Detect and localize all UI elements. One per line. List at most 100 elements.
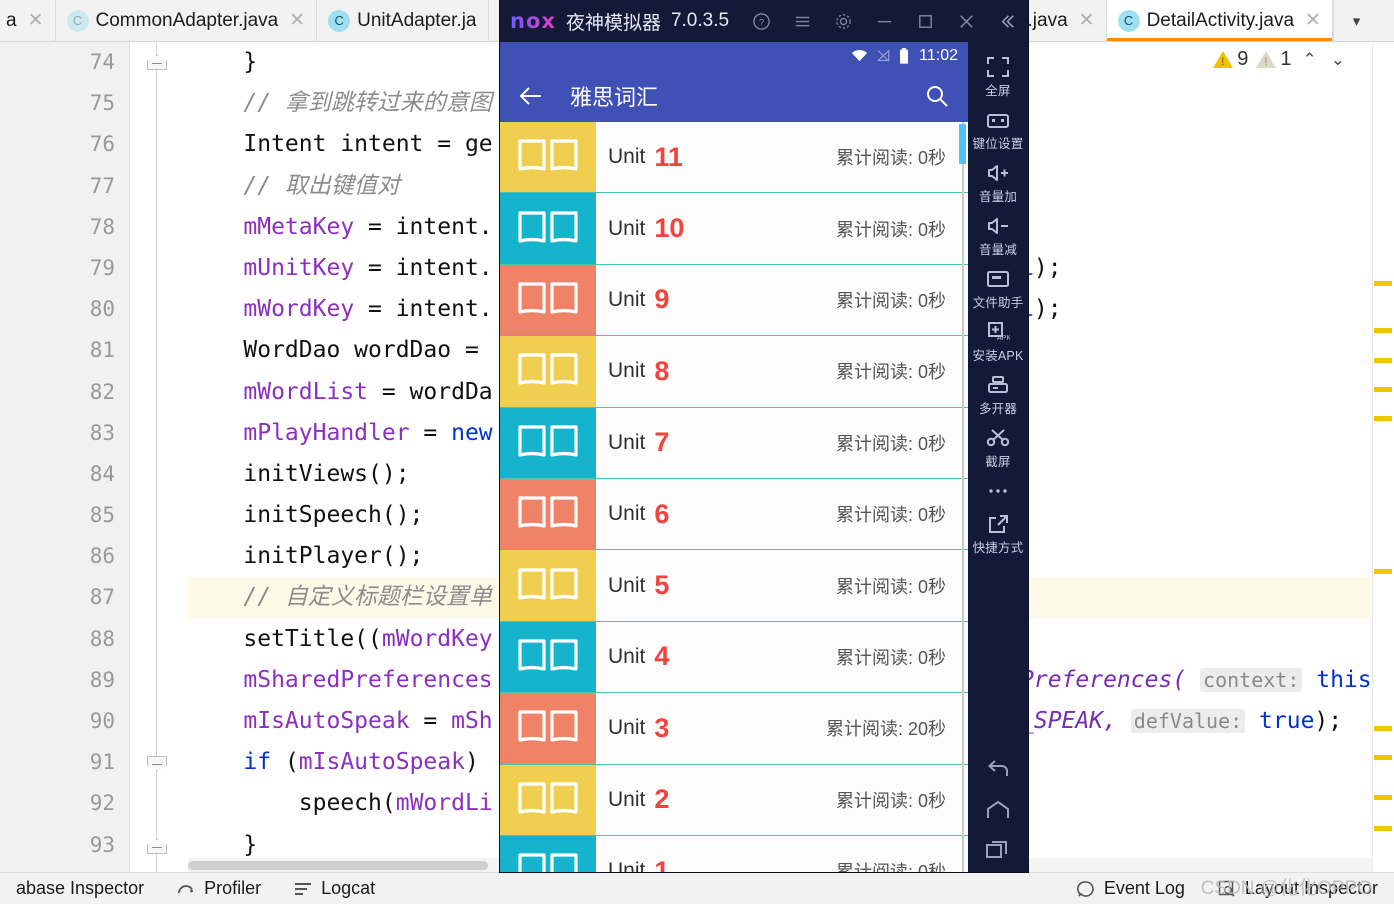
nox-sidebar-item-fullscreen[interactable]: 全屏 [968,50,1028,103]
warning-marker[interactable] [1374,755,1392,760]
android-recents-button[interactable] [985,838,1011,860]
nox-sidebar-item-shortcut[interactable]: 快捷方式 [968,507,1028,560]
menu-icon[interactable] [791,10,813,32]
weak-warning-count: 1 [1280,48,1292,70]
nox-sidebar-toolbar[interactable]: 全屏 键位设置音量加音量减 文件助手 APK 安装APK 多开器截屏快捷方式 [968,42,1028,872]
nox-sidebar-item-label: 截屏 [985,455,1011,469]
warning-count-group[interactable]: ! 9 [1213,48,1248,71]
collapse-icon[interactable] [996,10,1018,32]
warning-marker[interactable] [1374,726,1392,731]
unit-list-item[interactable]: Unit 5 累计阅读: 0秒 [500,550,968,622]
minimize-icon[interactable] [873,10,895,32]
android-app-bar: 雅思词汇 [500,70,968,122]
editor-tab-common-adapter[interactable]: C CommonAdapter.java ✕ [55,0,318,41]
warning-marker[interactable] [1374,795,1392,800]
warning-marker[interactable] [1374,328,1392,333]
android-home-button[interactable] [985,800,1011,820]
code-line-fragment[interactable]: _SPEAK, defValue: true); [1020,701,1342,742]
fold-marker-end[interactable] [147,839,167,854]
editor-tab-0[interactable]: a ✕ [0,0,56,41]
code-folding-column[interactable] [130,42,300,872]
unit-list-item[interactable]: Unit 11 累计阅读: 0秒 [500,122,968,194]
close-icon[interactable]: ✕ [28,11,44,30]
chevron-up-icon[interactable]: ⌃ [1300,50,1320,70]
nox-sidebar-item-file-assistant[interactable]: 文件助手 [968,262,1028,315]
line-number: 75 [89,91,115,116]
editor-tab-unit-adapter[interactable]: C UnitAdapter.ja [317,0,489,41]
editor-marker-bar[interactable] [1372,42,1394,872]
nox-sidebar-item-label: 音量加 [978,190,1018,204]
nox-emulator-window: nox 夜神模拟器 7.0.3.5 ? 11:02 雅思词汇 Unit 11 累… [500,0,1028,872]
back-arrow-icon[interactable] [518,84,544,108]
list-scrollbar-thumb[interactable] [959,124,966,164]
scrollbar-thumb[interactable] [188,861,488,870]
warning-marker[interactable] [1374,387,1392,392]
close-icon[interactable]: ✕ [289,11,305,30]
android-device-screen[interactable]: 11:02 雅思词汇 Unit 11 累计阅读: 0秒 Unit 10 累计阅读: 0秒 U… [500,42,968,872]
nox-sidebar-item-install-apk[interactable]: APK 安装APK [968,315,1028,368]
nox-sidebar-item-volume-down[interactable]: 音量减 [968,209,1028,262]
nox-title-bar[interactable]: nox 夜神模拟器 7.0.3.5 ? [500,0,1028,42]
status-item-layout-inspector[interactable]: Layout Inspector [1201,878,1394,899]
nox-sidebar-item-keymap[interactable]: 键位设置 [968,103,1028,156]
nox-sidebar-item-label: 快捷方式 [972,541,1024,555]
editor-tab-detail-activity[interactable]: C DetailActivity.java ✕ [1106,0,1333,41]
warning-marker[interactable] [1374,569,1392,574]
line-number: 88 [89,626,115,651]
nox-sidebar-item-volume-up[interactable]: 音量加 [968,156,1028,209]
unit-list-item[interactable]: Unit 6 累计阅读: 0秒 [500,478,968,551]
line-number: 77 [89,173,115,198]
close-icon[interactable]: ✕ [1079,11,1095,30]
unit-list-item[interactable]: Unit 8 累计阅读: 0秒 [500,336,968,408]
fullscreen-icon [986,55,1010,79]
chevron-down-icon[interactable]: ⌄ [1328,50,1348,70]
nox-sidebar-item-screenshot[interactable]: 截屏 [968,421,1028,474]
unit-prefix: Unit [608,787,646,811]
unit-list-item[interactable]: Unit 9 累计阅读: 0秒 [500,264,968,337]
warning-marker[interactable] [1374,281,1392,286]
line-number-column: 74 75 76 77 78 79 80 81 82 83 84 85 86 87 88 89 90 91 92 93 [0,42,129,866]
unit-color-block [500,193,596,264]
search-icon[interactable] [924,83,950,109]
unit-list-item[interactable]: Unit 3 累计阅读: 20秒 [500,693,968,765]
fold-marker-end[interactable] [147,55,167,70]
list-scrollbar-track[interactable] [962,122,964,872]
close-icon[interactable] [955,10,977,32]
keymap-icon [986,108,1010,132]
editor-gutter[interactable]: 74 75 76 77 78 79 80 81 82 83 84 85 86 87 88 89 90 91 92 93 [0,42,130,872]
warning-marker[interactable] [1374,826,1392,831]
unit-list[interactable]: Unit 11 累计阅读: 0秒 Unit 10 累计阅读: 0秒 Unit 9 累计阅读: 0… [500,122,968,872]
unit-list-item[interactable]: Unit 2 累计阅读: 0秒 [500,764,968,836]
unit-number: 5 [654,570,670,601]
settings-gear-icon[interactable] [832,10,854,32]
unit-number: 7 [654,427,670,458]
status-item-database-inspector[interactable]: abase Inspector [0,878,160,899]
nox-sidebar-item-multi-instance[interactable]: 多开器 [968,368,1028,421]
help-icon[interactable]: ? [750,10,772,32]
warning-marker[interactable] [1374,416,1392,421]
nox-sidebar-item-more-dots[interactable] [968,474,1028,507]
unit-reading-stat: 累计阅读: 0秒 [835,148,946,169]
unit-reading-stat: 累计阅读: 20秒 [825,719,946,740]
code-line-fragment[interactable]: Preferences( context: this); [1020,660,1372,701]
unit-list-item[interactable]: Unit 10 累计阅读: 0秒 [500,193,968,265]
maximize-icon[interactable] [914,10,936,32]
status-item-label: Logcat [321,878,376,898]
unit-list-item[interactable]: Unit 1 累计阅读: 0秒 [500,835,968,872]
chevron-down-icon[interactable]: ▾ [1332,0,1379,41]
unit-label-group: Unit 11 [596,122,836,192]
unit-reading-stat: 累计阅读: 0秒 [835,433,946,454]
unit-list-item[interactable]: Unit 7 累计阅读: 0秒 [500,407,968,479]
editor-tab-3[interactable]: .java ✕ [1016,0,1107,41]
status-item-profiler[interactable]: Profiler [160,878,277,899]
warning-marker[interactable] [1374,358,1392,363]
weak-warning-count-group[interactable]: ! 1 [1256,48,1292,71]
fold-marker-start[interactable] [147,756,167,771]
unit-label-group: Unit 9 [596,265,836,335]
status-item-logcat[interactable]: Logcat [277,878,391,899]
status-item-event-log[interactable]: Event Log [1060,878,1201,899]
android-back-button[interactable] [985,760,1011,782]
line-number: 76 [89,132,115,157]
unit-list-item[interactable]: Unit 4 累计阅读: 0秒 [500,621,968,694]
close-icon[interactable]: ✕ [1305,11,1321,30]
